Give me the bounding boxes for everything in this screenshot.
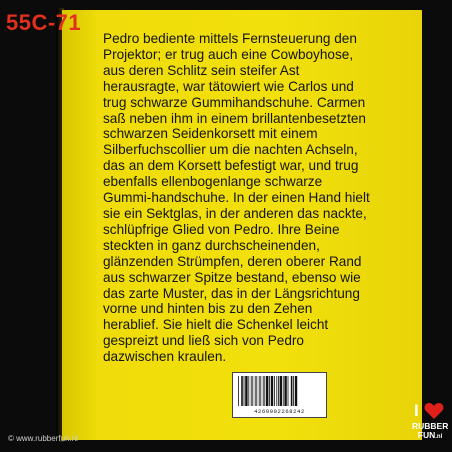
text-line: Silberfuchscollier um die nachten Achsel… — [103, 142, 358, 158]
barcode: 4260002268242 — [232, 372, 327, 418]
text-line: saß neben ihm in einem brillantenbesetzt… — [103, 110, 366, 126]
book-text: Pedro bediente mittels Fernsteuerung den… — [103, 31, 403, 365]
text-line: Pedro bediente mittels Fernsteuerung den — [103, 31, 357, 46]
product-code: 55C-71 — [6, 10, 82, 35]
text-line: glänzenden Strümpfen, deren oberer Rand — [103, 253, 362, 269]
logo-top: I — [414, 402, 446, 420]
text-line: Projektor; er trug auch eine Cowboyhose, — [103, 46, 354, 62]
logo-word-fun-main: FUN — [417, 430, 436, 440]
logo-word-fun: FUN.nl — [412, 431, 448, 442]
text-line: aus schwarzer Spitze bestand, ebenso wie — [103, 269, 361, 285]
text-line: das an dem Korsett befestigt war, und tr… — [103, 158, 359, 174]
logo-suffix: .nl — [435, 434, 443, 440]
text-line: steckten in ganz durchscheinenden, — [103, 237, 320, 253]
text-line: herausragte, war tätowiert wie Carlos un… — [103, 78, 354, 94]
text-line: das zarte Muster, das in der Längsrichtu… — [103, 285, 360, 301]
barcode-number: 4260002268242 — [254, 408, 305, 415]
text-line: Gummi-handschuhe. In der einen Hand hiel… — [103, 190, 370, 206]
barcode-bars — [238, 376, 298, 406]
text-line: dazwischen kraulen. — [103, 349, 227, 365]
rubberfun-logo: I RUBBER FUN.nl — [412, 402, 448, 446]
website-watermark: © www.rubberfun.nl — [8, 434, 78, 443]
heart-icon — [424, 403, 444, 419]
text-line: vorne und hinten bis zu den Zehen — [103, 301, 313, 317]
text-line: herablief. Sie hielt die Schenkel leicht — [103, 317, 329, 333]
text-line: trug schwarze Gummihandschuhe. Carmen — [103, 94, 366, 110]
text-line: gespreizt und ließ sich von Pedro — [103, 333, 304, 349]
text-line: schwarzen Seidenkorsett mit einem — [103, 126, 318, 142]
text-line: ebenfalls ellenbogenlange schwarze — [103, 174, 323, 190]
logo-letter: I — [414, 401, 419, 420]
text-line: aus deren Schlitz sein steifer Ast — [103, 62, 300, 78]
text-line: sie ein Sektglas, in der anderen das nac… — [103, 205, 367, 221]
text-line: schlüpfrige Glied von Pedro. Ihre Beine — [103, 221, 340, 237]
